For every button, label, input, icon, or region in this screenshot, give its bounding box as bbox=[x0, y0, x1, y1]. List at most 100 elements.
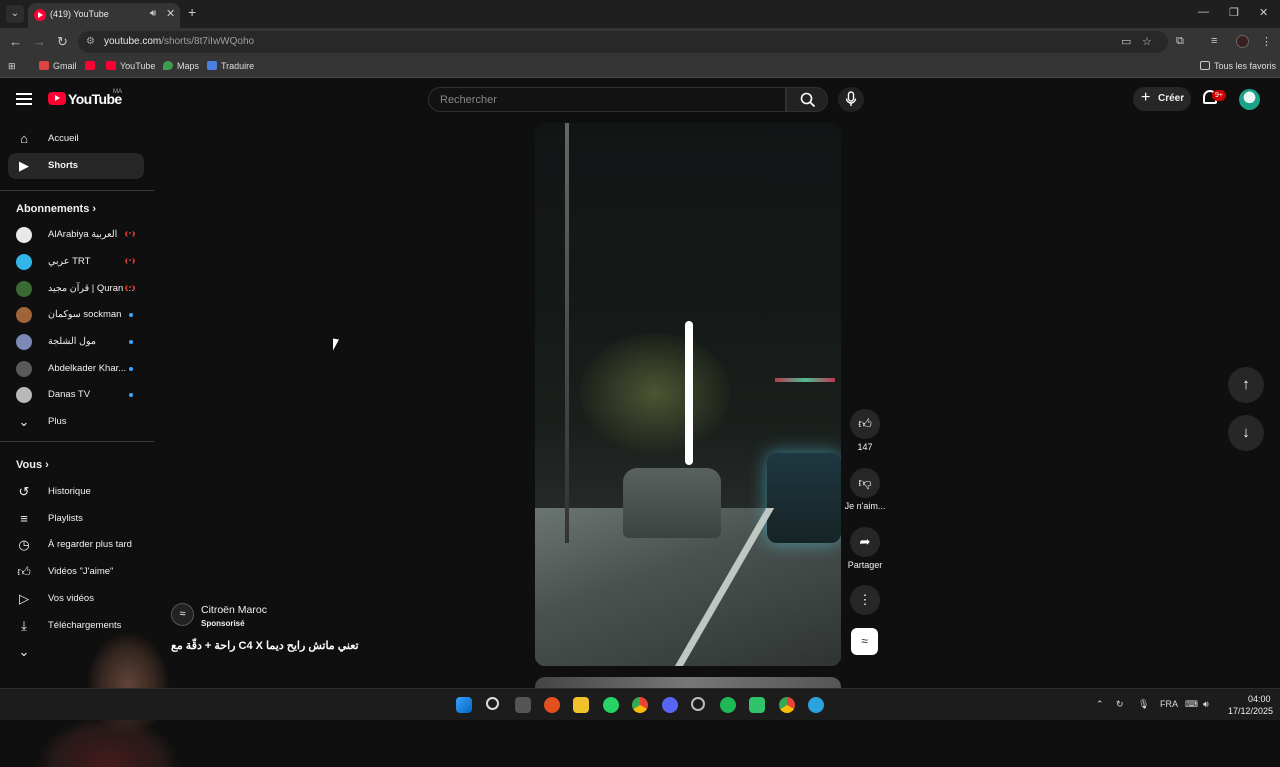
you-section-title[interactable]: Vous › bbox=[16, 459, 49, 471]
extensions-icon[interactable]: ⧉ bbox=[1176, 35, 1184, 48]
new-content-dot bbox=[129, 313, 133, 317]
search-button[interactable] bbox=[786, 87, 828, 112]
tab-search-icon[interactable]: ⌄ bbox=[6, 5, 24, 23]
bookmark-translate[interactable]: Traduire bbox=[207, 61, 254, 71]
close-tab-icon[interactable]: ✕ bbox=[166, 7, 175, 20]
youtube-logo-icon[interactable] bbox=[48, 92, 66, 105]
sidebar-item-your-videos[interactable]: ▷ Vos vidéos bbox=[8, 586, 144, 612]
tray-chevron-up-icon[interactable]: ⌃ bbox=[1096, 699, 1104, 710]
sidebar-channel-quran[interactable]: قرآن مجيد | Quran ... bbox=[8, 276, 144, 302]
install-app-icon[interactable]: ▭ bbox=[1121, 35, 1131, 48]
create-button[interactable]: + Créer bbox=[1133, 87, 1191, 111]
video-frame-car-2 bbox=[767, 453, 841, 543]
restore-icon[interactable]: ❐ bbox=[1229, 6, 1239, 19]
channel-name: قرآن مجيد | Quran ... bbox=[48, 283, 134, 294]
address-bar[interactable]: ⚙ youtube.com/shorts/8t7iIwWQoho bbox=[78, 31, 1168, 53]
share-action[interactable]: ➦ Partager bbox=[848, 527, 882, 570]
sidebar-item-shorts[interactable]: ▶ Shorts bbox=[8, 153, 144, 179]
sidebar-more-button[interactable]: ⌄ Plus bbox=[8, 409, 144, 435]
app-green-icon[interactable] bbox=[749, 697, 765, 713]
sidebar-item-liked-videos[interactable]: 👍︎ Vidéos "J'aime" bbox=[8, 559, 144, 585]
translate-icon bbox=[207, 61, 217, 70]
live-icon bbox=[125, 285, 135, 291]
clock-date[interactable]: 17/12/2025 bbox=[1228, 706, 1273, 716]
citroen-logo-icon[interactable]: ≈ bbox=[171, 603, 194, 626]
bookmark-youtube-icon-only[interactable] bbox=[85, 61, 99, 71]
media-control-icon[interactable]: ≡ bbox=[1211, 35, 1217, 47]
apps-grid-icon[interactable]: ⊞ bbox=[8, 61, 16, 72]
sidebar-item-label: Vidéos "J'aime" bbox=[48, 566, 114, 577]
account-avatar[interactable] bbox=[1239, 89, 1260, 110]
windows-start-icon[interactable] bbox=[456, 697, 472, 713]
forward-icon[interactable]: → bbox=[33, 34, 46, 49]
menu-hamburger-icon[interactable] bbox=[16, 93, 32, 105]
new-tab-icon[interactable]: + bbox=[188, 4, 196, 20]
thumbs-down-icon[interactable]: 👎︎ bbox=[850, 468, 880, 498]
shorts-video-player[interactable] bbox=[535, 123, 841, 666]
speaker-icon[interactable]: 🔊︎ bbox=[150, 8, 156, 19]
sidebar-channel-abdelkader[interactable]: Abdelkader Khar... bbox=[8, 356, 144, 382]
more-options-icon[interactable]: ⋮ bbox=[850, 585, 880, 615]
whatsapp-icon[interactable] bbox=[603, 697, 619, 713]
sidebar-item-playlists[interactable]: ≡ Playlists bbox=[8, 506, 144, 532]
app-circle-icon[interactable] bbox=[691, 697, 705, 711]
channel-name: سوكمان sockman bbox=[48, 309, 122, 320]
tab-title: (419) YouTube bbox=[50, 9, 109, 19]
ad-channel-name[interactable]: Citroën Maroc bbox=[201, 604, 267, 616]
discord-icon[interactable] bbox=[662, 697, 678, 713]
volume-icon[interactable]: 🔊︎ bbox=[1203, 699, 1209, 710]
clock-time[interactable]: 04:00 bbox=[1248, 694, 1271, 704]
search-input[interactable]: Rechercher bbox=[428, 87, 786, 112]
sidebar-channel-mol-chelja[interactable]: مول الشلجة bbox=[8, 329, 144, 355]
spotify-icon[interactable] bbox=[720, 697, 736, 713]
folder-icon bbox=[1200, 61, 1210, 70]
previous-short-arrow-icon[interactable]: ↑ bbox=[1228, 367, 1264, 403]
language-indicator[interactable]: FRA bbox=[1160, 699, 1178, 709]
sidebar-channel-trt[interactable]: عربي TRT bbox=[8, 249, 144, 275]
app-icon[interactable] bbox=[544, 697, 560, 713]
voice-search-button[interactable] bbox=[838, 87, 864, 112]
minimize-icon[interactable]: — bbox=[1198, 6, 1209, 18]
taskbar-search-icon[interactable] bbox=[486, 697, 499, 710]
bookmark-star-icon[interactable]: ☆ bbox=[1142, 35, 1152, 48]
sponsored-label: Sponsorisé bbox=[201, 619, 245, 628]
sync-icon[interactable]: ↻ bbox=[1116, 699, 1124, 710]
next-short-arrow-icon[interactable]: ↓ bbox=[1228, 415, 1264, 451]
sidebar-channel-sockman[interactable]: سوكمان sockman bbox=[8, 302, 144, 328]
dislike-action[interactable]: 👎︎ Je n'aim... bbox=[845, 468, 885, 511]
sidebar-item-label: Playlists bbox=[48, 513, 83, 524]
sidebar-item-home[interactable]: ⌂ Accueil bbox=[8, 126, 144, 152]
task-view-icon[interactable] bbox=[515, 697, 531, 713]
bookmark-maps[interactable]: Maps bbox=[163, 61, 199, 71]
network-icon[interactable]: ⌨ bbox=[1185, 699, 1198, 710]
thumbs-up-icon[interactable]: 👍︎ bbox=[850, 409, 880, 439]
telegram-icon[interactable] bbox=[808, 697, 824, 713]
sidebar-item-history[interactable]: ↺ Historique bbox=[8, 479, 144, 505]
back-icon[interactable]: ← bbox=[9, 34, 22, 49]
share-icon[interactable]: ➦ bbox=[850, 527, 880, 557]
chrome-icon[interactable] bbox=[632, 697, 648, 713]
tray-microphone-icon[interactable]: 🎙︎ bbox=[1138, 699, 1149, 710]
subscriptions-title[interactable]: Abonnements › bbox=[16, 203, 96, 215]
citroen-brand-icon[interactable]: ≈ bbox=[851, 628, 878, 655]
window-close-icon[interactable]: ✕ bbox=[1259, 6, 1268, 19]
sidebar-channel-danas-tv[interactable]: Danas TV bbox=[8, 382, 144, 408]
profile-avatar[interactable] bbox=[1236, 35, 1249, 48]
new-content-dot bbox=[129, 367, 133, 371]
sidebar-item-watch-later[interactable]: ◷ À regarder plus tard bbox=[8, 532, 144, 558]
video-frame-pole bbox=[565, 123, 569, 543]
bookmark-label: Traduire bbox=[221, 61, 255, 71]
reload-icon[interactable]: ↻ bbox=[57, 34, 68, 50]
browser-tab[interactable]: (419) YouTube 🔊︎ ✕ bbox=[28, 3, 180, 28]
all-bookmarks[interactable]: Tous les favoris bbox=[1200, 61, 1276, 71]
bookmark-youtube[interactable]: YouTube bbox=[106, 61, 155, 71]
chrome-profile-icon[interactable] bbox=[779, 697, 795, 713]
like-action[interactable]: 👍︎ 147 bbox=[849, 409, 881, 452]
file-explorer-icon[interactable] bbox=[573, 697, 589, 713]
sidebar-channel-alarabiya[interactable]: AlArabiya العربية bbox=[8, 222, 144, 248]
all-bookmarks-label: Tous les favoris bbox=[1214, 61, 1277, 71]
more-action[interactable]: ⋮ bbox=[849, 585, 881, 615]
menu-icon[interactable]: ⋮ bbox=[1261, 35, 1272, 48]
site-info-icon[interactable]: ⚙ bbox=[86, 36, 95, 47]
bookmark-gmail[interactable]: Gmail bbox=[39, 61, 77, 71]
